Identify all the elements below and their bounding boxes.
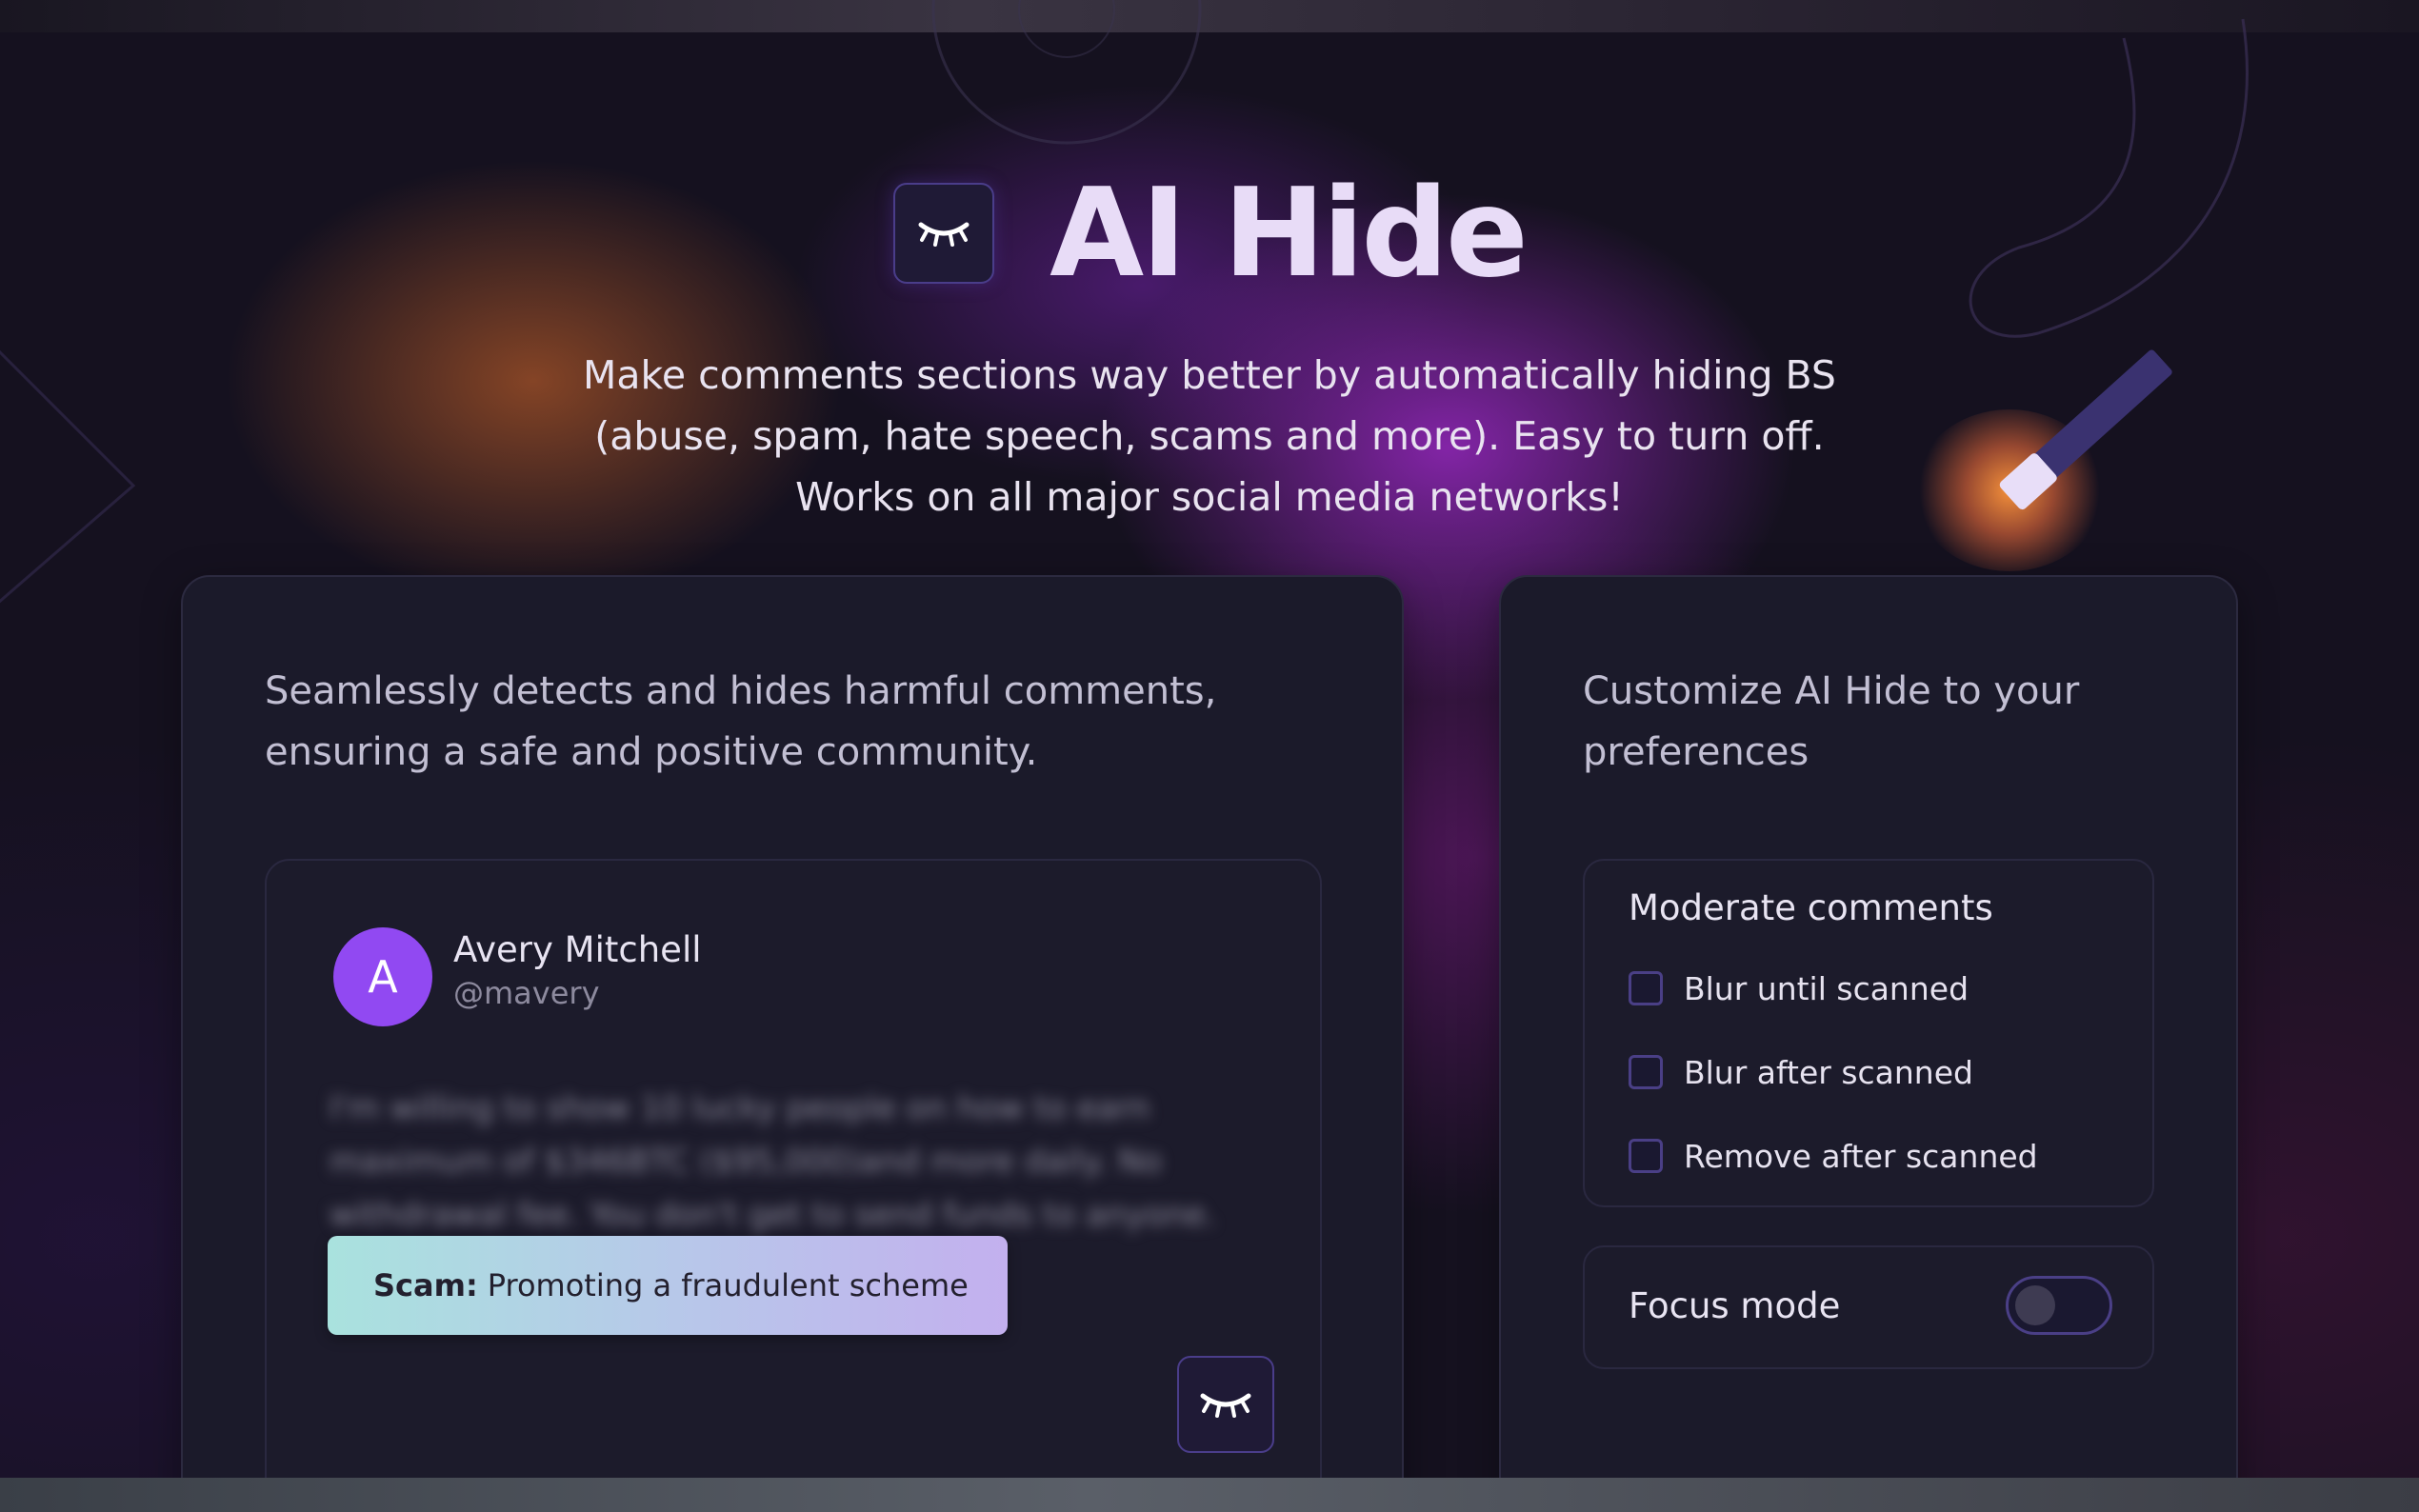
moderate-comments-panel: Moderate comments Blur until scanned Blu… (1583, 859, 2154, 1207)
card-heading: Customize AI Hide to your preferences (1583, 669, 2080, 774)
top-bar (0, 0, 2419, 32)
checkbox[interactable] (1629, 1055, 1663, 1089)
option-label: Blur after scanned (1684, 1053, 1973, 1091)
option-blur-until-scanned[interactable]: Blur until scanned (1629, 967, 1969, 1009)
scam-flag-badge: Scam: Promoting a fraudulent scheme (328, 1236, 1008, 1335)
focus-mode-label: Focus mode (1629, 1285, 1841, 1326)
option-blur-after-scanned[interactable]: Blur after scanned (1629, 1051, 1973, 1093)
closed-eye-icon (918, 222, 970, 247)
comment-author-handle: @mavery (453, 975, 600, 1011)
magic-wand-icon (1999, 349, 2172, 510)
moderate-title: Moderate comments (1629, 887, 1993, 928)
logo (893, 183, 995, 284)
comment-author-name: Avery Mitchell (453, 929, 702, 970)
subtitle-line: Make comments sections way better by aut… (583, 352, 1836, 398)
feature-card-customize: Customize AI Hide to your preferences Mo… (1499, 575, 2238, 1512)
landing-page: AI Hide Make comments sections way bette… (0, 0, 2419, 1512)
hero-subtitle: Make comments sections way better by aut… (543, 345, 1876, 527)
flag-label: Scam: (373, 1267, 478, 1303)
option-label: Blur until scanned (1684, 969, 1969, 1007)
avatar: A (333, 927, 432, 1026)
bottom-bar (0, 1478, 2419, 1512)
subtitle-line: (abuse, spam, hate speech, scams and mor… (594, 413, 1825, 459)
page-title: AI Hide (1050, 162, 1529, 305)
hide-comment-button[interactable] (1177, 1356, 1274, 1453)
comment-preview: A Avery Mitchell @mavery I'm willing to … (265, 859, 1322, 1510)
blurred-comment-text: I'm willing to show 10 lucky people on h… (330, 1089, 1216, 1234)
feature-card-detect: Seamlessly detects and hides harmful com… (181, 575, 1404, 1512)
card-heading: Seamlessly detects and hides harmful com… (265, 669, 1217, 774)
hero-title-row: AI Hide (0, 162, 2419, 305)
subtitle-line: Works on all major social media networks… (795, 474, 1624, 520)
checkbox[interactable] (1629, 1139, 1663, 1173)
flag-reason: Promoting a fraudulent scheme (487, 1267, 969, 1303)
toggle-knob (2015, 1285, 2055, 1325)
option-label: Remove after scanned (1684, 1137, 2038, 1175)
focus-mode-panel: Focus mode (1583, 1245, 2154, 1369)
focus-mode-toggle[interactable] (2006, 1276, 2112, 1335)
checkbox[interactable] (1629, 971, 1663, 1005)
closed-eye-icon (1200, 1393, 1251, 1418)
option-remove-after-scanned[interactable]: Remove after scanned (1629, 1135, 2038, 1177)
